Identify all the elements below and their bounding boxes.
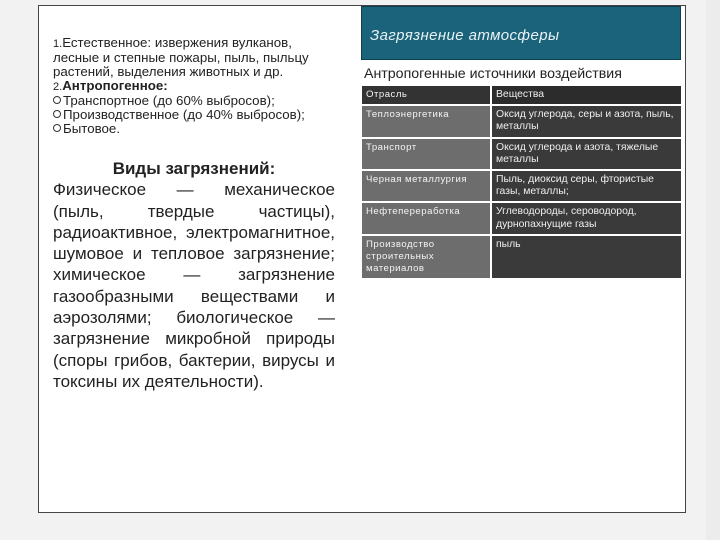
natural-source-item: 1.Естественное: извержения вулканов, лес… xyxy=(53,36,335,79)
slide-right-margin xyxy=(706,0,720,540)
bullet-item-transport: Транспортное (до 60% выбросов); xyxy=(53,94,335,108)
industry-cell: Транспорт xyxy=(362,138,490,170)
substances-cell: Оксид углерода, серы и азота, пыль, мета… xyxy=(492,106,681,137)
table-subtitle: Антропогенные источники воздействия xyxy=(364,66,622,82)
industry-cell: Черная металлургия xyxy=(362,171,490,202)
slide-title: Загрязнение атмосферы xyxy=(370,27,560,44)
header-cell-substances: Вещества xyxy=(492,86,681,105)
substances-cell: Углеводороды, сероводород, дурнопахнущие… xyxy=(492,203,681,234)
bullet-item-industrial: Производственное (до 40% выбросов); xyxy=(53,108,335,122)
bullet-text: Транспортное (до 60% выбросов); xyxy=(63,93,275,108)
left-column: 1.Естественное: извержения вулканов, лес… xyxy=(53,36,335,392)
bullet-text: Производственное (до 40% выбросов); xyxy=(63,107,305,122)
pollution-types-heading: Виды загрязнений: xyxy=(112,159,276,178)
circle-bullet-icon xyxy=(53,110,61,118)
table-row: Производство строительных материалов пыл… xyxy=(362,235,681,279)
circle-bullet-icon xyxy=(53,96,61,104)
pollution-types-text: Физическое — механическое (пыль, твердые… xyxy=(53,180,335,391)
table-row: Теплоэнергетика Оксид углерода, серы и а… xyxy=(362,106,681,137)
table-row: Транспорт Оксид углерода и азота, тяжелы… xyxy=(362,138,681,170)
bullet-item-household: Бытовое. xyxy=(53,122,335,136)
anthropogenic-source-label: Антропогенное: xyxy=(62,78,168,93)
header-cell-industry: Отрасль xyxy=(362,86,490,105)
table-header-row: Отрасль Вещества xyxy=(362,86,681,105)
industry-cell: Производство строительных материалов xyxy=(362,235,490,279)
industry-cell: Нефтепереработка xyxy=(362,203,490,234)
pollution-types-block: Виды загрязнений: Физическое — механичес… xyxy=(53,158,335,392)
slide-content-frame: 1.Естественное: извержения вулканов, лес… xyxy=(38,5,686,513)
table-row: Черная металлургия Пыль, диоксид серы, ф… xyxy=(362,171,681,202)
item-number-1: 1. xyxy=(53,38,63,50)
anthropogenic-source-item: 2.Антропогенное: xyxy=(53,79,335,94)
emission-sources-table: Отрасль Вещества Теплоэнергетика Оксид у… xyxy=(362,86,681,280)
slide-title-box: Загрязнение атмосферы xyxy=(361,6,681,60)
pollution-sources-list: 1.Естественное: извержения вулканов, лес… xyxy=(53,36,335,136)
substances-cell: пыль xyxy=(492,235,681,279)
bullet-text: Бытовое. xyxy=(63,121,121,136)
substances-cell: Оксид углерода и азота, тяжелые металлы xyxy=(492,138,681,170)
item-number-2: 2. xyxy=(53,81,63,93)
industry-cell: Теплоэнергетика xyxy=(362,106,490,137)
natural-source-label: Естественное: xyxy=(62,35,152,50)
substances-cell: Пыль, диоксид серы, фтористые газы, мета… xyxy=(492,171,681,202)
circle-bullet-icon xyxy=(53,124,61,132)
table-row: Нефтепереработка Углеводороды, сероводор… xyxy=(362,203,681,234)
